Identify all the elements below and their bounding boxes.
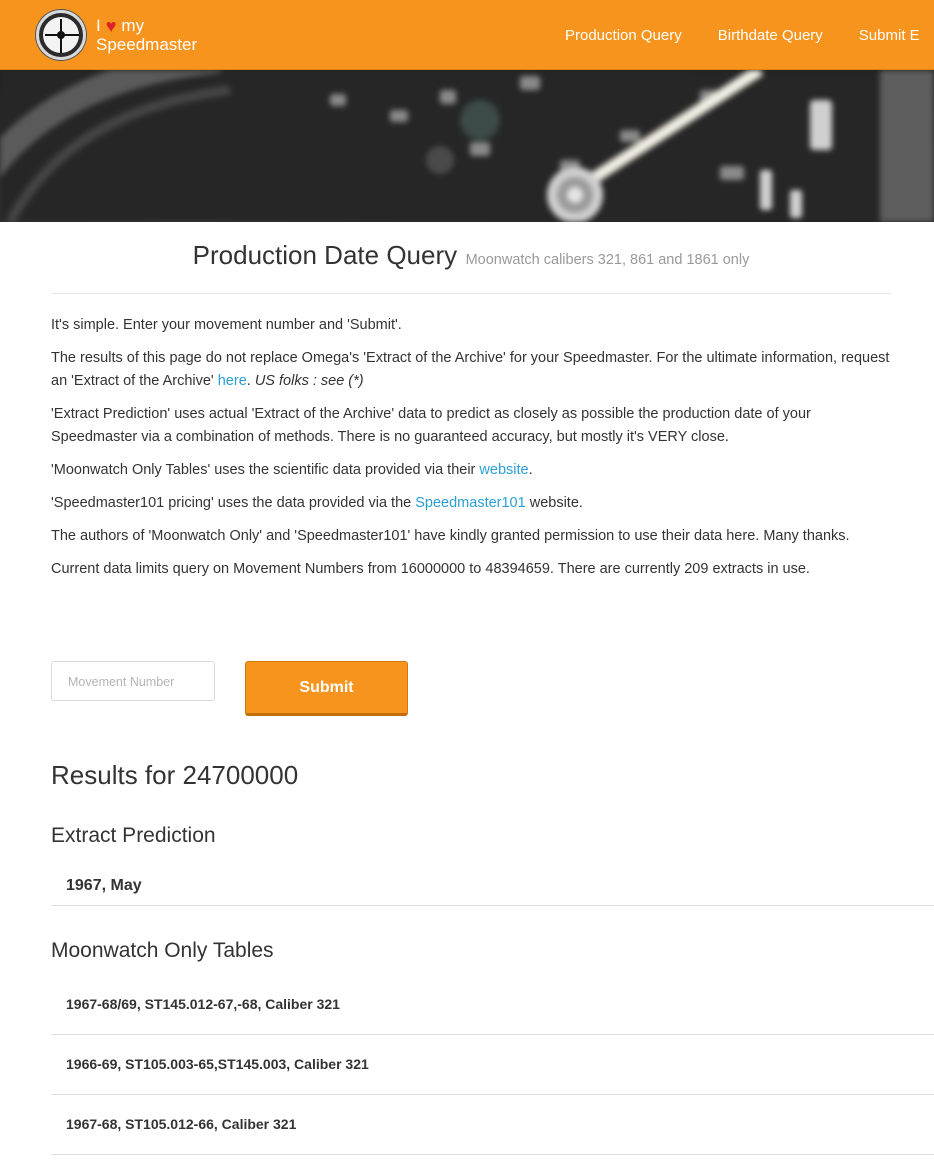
nav-links: Production Query Birthdate Query Submit … (565, 0, 934, 70)
intro-paragraph: 'Extract Prediction' uses actual 'Extrac… (51, 406, 811, 445)
here-link[interactable]: here (218, 373, 247, 389)
moonwatch-row-text: 1966-69, ST105.003-65,ST145.003, Caliber… (66, 1056, 369, 1072)
navbar: I ♥ my Speedmaster Production Query Birt… (0, 0, 934, 70)
results-title: Results for 24700000 (51, 760, 299, 790)
moonwatch-only-tables-title: Moonwatch Only Tables (51, 939, 274, 962)
table-row: 1966-69, ST105.003-65,ST145.003, Caliber… (51, 1035, 934, 1095)
moonwatch-row-text: 1967-68/69, ST145.012-67,-68, Caliber 32… (66, 996, 340, 1012)
intro-paragraph: It's simple. Enter your movement number … (51, 317, 402, 333)
brand-link[interactable]: I ♥ my Speedmaster (36, 10, 197, 60)
moonwatch-row-text: 1967-68, ST105.012-66, Caliber 321 (66, 1116, 297, 1132)
page-header: Production Date Query Moonwatch calibers… (51, 240, 891, 294)
brand-suffix: my (121, 16, 145, 35)
table-row: 1967-68/69, ST145.012-67,-68, Caliber 32… (51, 975, 934, 1035)
intro-paragraph: 'Speedmaster101 pricing' uses the data p… (51, 495, 583, 511)
extract-prediction-row: 1967, May (51, 848, 934, 906)
table-row: 1967-68, ST105.012-66, Caliber 321 (51, 1095, 934, 1155)
intro-text: It's simple. Enter your movement number … (51, 314, 901, 591)
website-link[interactable]: website (479, 462, 528, 478)
us-folks-note: US folks : see (*) (254, 373, 364, 389)
page-title: Production Date Query (192, 240, 458, 270)
intro-paragraph: Current data limits query on Movement Nu… (51, 561, 810, 577)
submit-button[interactable]: Submit (245, 661, 408, 716)
hero-banner-image (0, 70, 934, 222)
movement-number-input[interactable]: Movement Number (51, 661, 215, 701)
speedmaster101-link[interactable]: Speedmaster101 (415, 495, 525, 511)
nav-birthdate-query[interactable]: Birthdate Query (718, 27, 823, 44)
extract-prediction-title: Extract Prediction (51, 824, 216, 847)
nav-production-query[interactable]: Production Query (565, 27, 682, 44)
intro-paragraph: The results of this page do not replace … (51, 350, 890, 389)
extract-prediction-value: 1967, May (66, 877, 142, 894)
heart-icon: ♥ (105, 15, 117, 36)
brand-text: I ♥ my Speedmaster (96, 16, 197, 54)
intro-paragraph: 'Moonwatch Only Tables' uses the scienti… (51, 462, 533, 478)
nav-submit[interactable]: Submit E (859, 27, 920, 44)
brand-prefix: I (96, 16, 101, 35)
stopwatch-logo-icon (36, 10, 86, 60)
page-subtitle: Moonwatch calibers 321, 861 and 1861 onl… (465, 252, 750, 268)
brand-name: Speedmaster (96, 35, 198, 54)
intro-paragraph: The authors of 'Moonwatch Only' and 'Spe… (51, 528, 850, 544)
